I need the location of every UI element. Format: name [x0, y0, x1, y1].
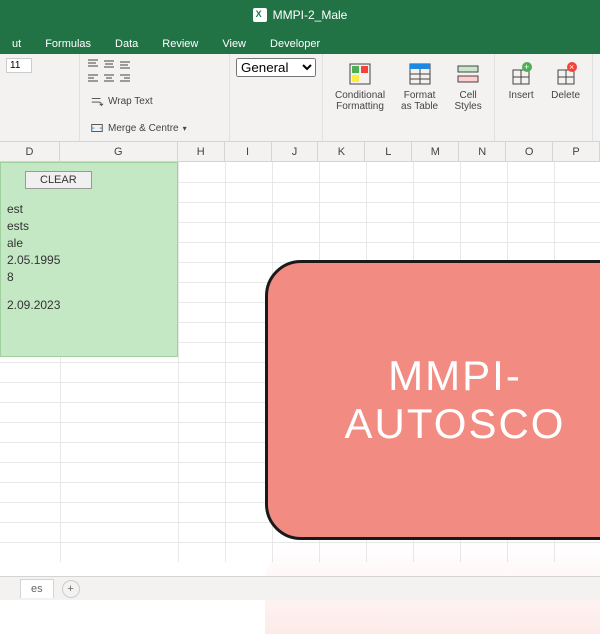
- tab-view[interactable]: View: [210, 34, 258, 54]
- panel-row: est: [7, 202, 171, 216]
- format-table-label: Format as Table: [401, 90, 438, 112]
- delete-label: Delete: [551, 90, 580, 101]
- align-bottom-icon[interactable]: [118, 58, 132, 70]
- panel-row: 2.05.1995: [7, 253, 171, 267]
- styles-group: Conditional Formatting Format as Table C…: [323, 54, 495, 141]
- col-header[interactable]: G: [60, 142, 178, 161]
- panel-row: ests: [7, 219, 171, 233]
- col-header[interactable]: J: [272, 142, 319, 161]
- card-line2: AUTOSCO: [345, 400, 566, 448]
- alignment-group: ab Wrap Text Merge & Centre ▾: [80, 54, 230, 141]
- title-card: MMPI- AUTOSCO: [265, 260, 600, 540]
- column-headers: D G H I J K L M N O P: [0, 142, 600, 162]
- insert-button[interactable]: + Insert: [501, 58, 541, 137]
- panel-row: 8: [7, 270, 171, 284]
- font-group: A▲ A▼ A: [0, 54, 80, 141]
- align-center-icon[interactable]: [102, 72, 116, 84]
- cell-styles-icon: [454, 60, 482, 88]
- tab-review[interactable]: Review: [150, 34, 210, 54]
- tab-formulas[interactable]: Formulas: [33, 34, 103, 54]
- format-as-table-button[interactable]: Format as Table: [395, 58, 444, 137]
- col-header[interactable]: I: [225, 142, 272, 161]
- chevron-down-icon: ▾: [183, 124, 187, 133]
- delete-cells-icon: ×: [552, 60, 580, 88]
- conditional-formatting-button[interactable]: Conditional Formatting: [329, 58, 391, 137]
- col-header[interactable]: O: [506, 142, 553, 161]
- col-header[interactable]: P: [553, 142, 600, 161]
- merge-icon: [90, 121, 104, 135]
- insert-cells-icon: +: [507, 60, 535, 88]
- wrap-text-label: Wrap Text: [108, 96, 153, 107]
- sheet-tab[interactable]: es: [20, 579, 54, 598]
- svg-text:+: +: [524, 62, 529, 72]
- col-header[interactable]: K: [318, 142, 365, 161]
- tab-developer[interactable]: Developer: [258, 34, 332, 54]
- panel-row: 2.09.2023: [7, 298, 171, 312]
- panel-row: ale: [7, 236, 171, 250]
- col-header[interactable]: D: [0, 142, 60, 161]
- tab-layout[interactable]: ut: [0, 34, 33, 54]
- wrap-text-button[interactable]: Wrap Text: [86, 93, 223, 111]
- cell-styles-label: Cell Styles: [455, 90, 482, 112]
- merge-centre-button[interactable]: Merge & Centre ▾: [86, 119, 223, 137]
- font-size-input[interactable]: [6, 58, 32, 73]
- ribbon: A▲ A▼ A ab Wrap Text Merge: [0, 54, 600, 142]
- info-panel: CLEAR est ests ale 2.05.1995 8 2.09.2023: [0, 162, 178, 357]
- wrap-text-icon: [90, 95, 104, 109]
- tab-data[interactable]: Data: [103, 34, 150, 54]
- align-middle-icon[interactable]: [102, 58, 116, 70]
- add-sheet-button[interactable]: +: [62, 580, 80, 598]
- align-top-icon[interactable]: [86, 58, 100, 70]
- cells-group: + Insert × Delete: [495, 54, 593, 141]
- document-title: MMPI-2_Male: [273, 8, 348, 22]
- delete-button[interactable]: × Delete: [545, 58, 586, 137]
- align-left-icon[interactable]: [86, 72, 100, 84]
- align-buttons: [86, 58, 132, 84]
- align-right-icon[interactable]: [118, 72, 132, 84]
- excel-doc-icon: [253, 8, 267, 22]
- number-format-select[interactable]: General: [236, 58, 316, 77]
- worksheet-area[interactable]: CLEAR est ests ale 2.05.1995 8 2.09.2023…: [0, 162, 600, 562]
- svg-text:×: ×: [569, 62, 574, 72]
- cell-styles-button[interactable]: Cell Styles: [448, 58, 488, 137]
- col-header[interactable]: L: [365, 142, 412, 161]
- conditional-formatting-icon: [346, 60, 374, 88]
- col-header[interactable]: N: [459, 142, 506, 161]
- cond-format-label: Conditional Formatting: [335, 90, 385, 112]
- title-bar: MMPI-2_Male: [0, 0, 600, 30]
- merge-label: Merge & Centre: [108, 123, 179, 134]
- sheet-tab-bar: es +: [0, 576, 600, 600]
- ribbon-tabs: ut Formulas Data Review View Developer: [0, 30, 600, 54]
- number-group: General $ % , .00 .0: [230, 54, 323, 141]
- insert-label: Insert: [509, 90, 534, 101]
- card-line1: MMPI-: [388, 352, 522, 400]
- table-icon: [406, 60, 434, 88]
- col-header[interactable]: H: [178, 142, 225, 161]
- col-header[interactable]: M: [412, 142, 459, 161]
- clear-button[interactable]: CLEAR: [25, 171, 92, 189]
